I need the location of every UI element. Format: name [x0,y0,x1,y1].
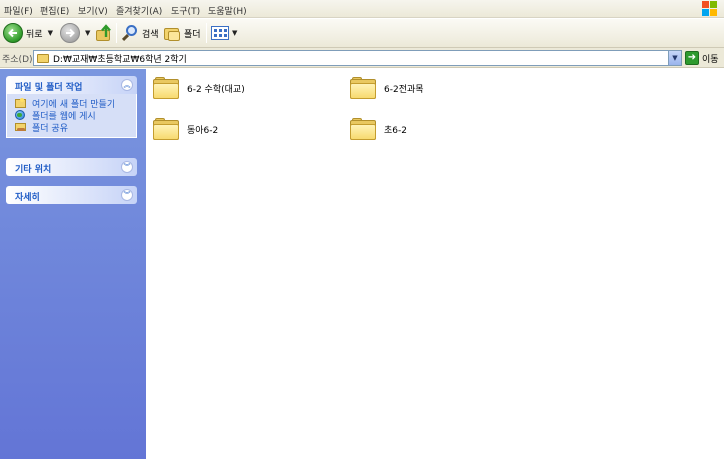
go-label: 이동 [702,54,719,65]
back-arrow-icon [3,23,23,43]
details-header[interactable]: 자세히 ︾ [6,186,137,204]
up-folder-icon [95,24,113,42]
new-folder-icon [15,98,26,108]
folder-icon [350,77,376,99]
file-folder-tasks-header[interactable]: 파일 및 폴더 작업 ︽ [6,76,137,94]
up-folder-button[interactable] [95,22,113,44]
back-label: 뒤로 [26,29,43,40]
views-button[interactable]: ▼ [211,22,237,44]
panel-title: 파일 및 폴더 작업 [15,83,83,93]
folder-icon [37,53,49,63]
go-button[interactable]: ➜ 이동 [685,51,719,65]
search-button[interactable]: 검색 [121,22,159,44]
toolbar: 뒤로 ▼ ▼ 검색 폴더 ▼ [0,19,724,48]
folder-icon [153,77,179,99]
toolbar-separator [206,23,207,43]
folder-view: 6-2 수학(대교) 6-2전과목 동아6-2 초6-2 [146,69,724,459]
file-folder-tasks-body: 여기에 새 폴더 만들기 폴더를 웹에 게시 폴더 공유 [6,94,137,138]
folder-item[interactable]: 6-2 수학(대교) [153,77,245,99]
globe-icon [15,110,26,120]
panel-title: 기타 위치 [15,165,52,175]
address-path: D:₩교재₩초등학교₩6학년 2학기 [53,54,187,65]
folder-item[interactable]: 6-2전과목 [350,77,424,99]
expand-chevron-icon[interactable]: ︾ [121,161,133,173]
search-icon [121,24,139,42]
address-dropdown-icon[interactable]: ▼ [668,51,681,65]
menu-tools[interactable]: 도구(T) [171,4,200,17]
menu-view[interactable]: 보기(V) [78,4,108,17]
menu-file[interactable]: 파일(F) [4,4,33,17]
back-dropdown-icon[interactable]: ▼ [48,29,53,37]
folders-icon [164,25,181,42]
folder-name: 동아6-2 [187,125,219,136]
collapse-chevron-icon[interactable]: ︽ [121,79,133,91]
folder-icon [350,118,376,140]
task-pane: 파일 및 폴더 작업 ︽ 여기에 새 폴더 만들기 폴더를 웹에 게시 폴더 공… [0,69,146,459]
task-new-folder[interactable]: 여기에 새 폴더 만들기 [15,97,136,110]
menu-favorites[interactable]: 즐겨찾기(A) [116,4,162,17]
task-label: 폴더 공유 [32,123,68,134]
menu-help[interactable]: 도움말(H) [208,4,247,17]
folder-name: 6-2전과목 [384,84,424,95]
folders-button[interactable]: 폴더 [164,22,201,44]
task-share-folder[interactable]: 폴더 공유 [15,121,136,134]
folder-item[interactable]: 초6-2 [350,118,407,140]
toolbar-separator [116,23,117,43]
file-folder-tasks-panel: 파일 및 폴더 작업 ︽ 여기에 새 폴더 만들기 폴더를 웹에 게시 폴더 공… [6,76,137,138]
other-places-panel: 기타 위치 ︾ [6,158,137,176]
folder-name: 초6-2 [384,125,407,136]
forward-button[interactable]: ▼ [60,22,90,44]
folder-item[interactable]: 동아6-2 [153,118,218,140]
panel-title: 자세히 [15,193,40,203]
folder-name: 6-2 수학(대교) [187,84,245,95]
menu-edit[interactable]: 편집(E) [40,4,69,17]
other-places-header[interactable]: 기타 위치 ︾ [6,158,137,176]
windows-logo-icon [702,1,718,17]
views-icon [211,26,229,40]
forward-dropdown-icon[interactable]: ▼ [85,29,90,37]
views-dropdown-icon[interactable]: ▼ [232,29,237,37]
back-button[interactable]: 뒤로 ▼ [3,22,53,44]
address-bar: 주소(D) D:₩교재₩초등학교₩6학년 2학기 ▼ ➜ 이동 [0,48,724,68]
go-arrow-icon: ➜ [685,51,699,65]
address-input[interactable]: D:₩교재₩초등학교₩6학년 2학기 ▼ [33,50,682,66]
share-folder-icon [15,122,26,132]
folders-label: 폴더 [184,29,201,40]
menu-bar: 파일(F) 편집(E) 보기(V) 즐겨찾기(A) 도구(T) 도움말(H) [0,0,724,18]
address-label: 주소(D) [2,55,33,65]
task-publish-web[interactable]: 폴더를 웹에 게시 [15,109,136,122]
details-panel: 자세히 ︾ [6,186,137,204]
folder-icon [153,118,179,140]
search-label: 검색 [142,29,159,40]
expand-chevron-icon[interactable]: ︾ [121,189,133,201]
forward-arrow-icon [60,23,80,43]
